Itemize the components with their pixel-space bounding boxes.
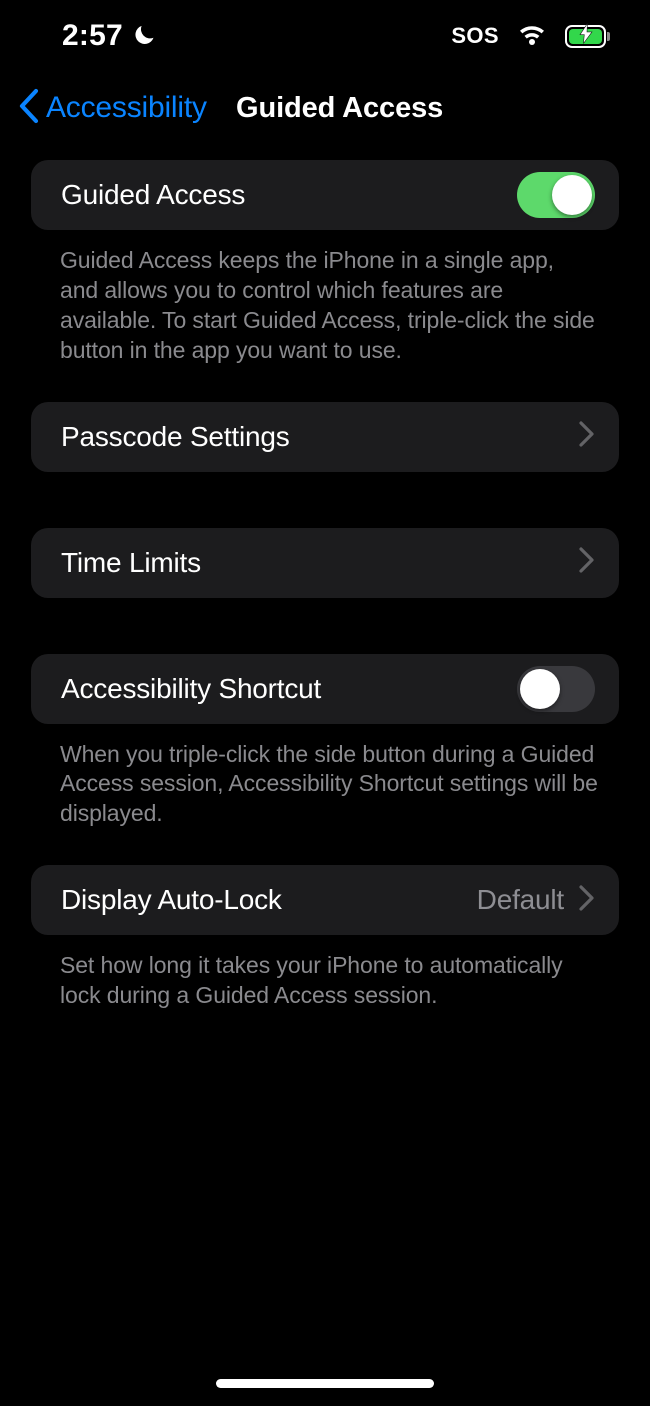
page-title: Guided Access	[236, 91, 444, 124]
chevron-right-icon	[578, 546, 595, 579]
chevron-right-icon	[578, 884, 595, 917]
status-bar-left: 2:57	[62, 19, 158, 53]
row-display-auto-lock[interactable]: Display Auto-Lock Default	[31, 865, 619, 936]
row-accessibility-shortcut[interactable]: Accessibility Shortcut	[31, 653, 619, 724]
guided-access-toggle[interactable]	[517, 172, 595, 218]
row-guided-access[interactable]: Guided Access	[31, 160, 619, 230]
row-time-limits-label: Time Limits	[61, 546, 201, 578]
row-guided-access-label: Guided Access	[61, 179, 246, 210]
navigation-bar: Accessibility Guided Access	[0, 80, 650, 136]
row-accessibility-shortcut-label: Accessibility Shortcut	[61, 672, 322, 704]
status-bar: 2:57 SOS	[0, 0, 650, 72]
iphone-screen: 2:57 SOS Accessibility Guided Access Gui…	[0, 0, 650, 1406]
toggle-knob	[520, 668, 560, 709]
home-indicator[interactable]	[216, 1379, 434, 1388]
crescent-moon-icon	[132, 21, 158, 52]
back-button-label: Accessibility	[46, 91, 207, 124]
row-display-auto-lock-label: Display Auto-Lock	[61, 884, 282, 916]
toggle-knob	[552, 175, 592, 215]
row-passcode-settings-label: Passcode Settings	[61, 420, 290, 452]
chevron-right-icon	[578, 420, 595, 453]
guided-access-footnote: Guided Access keeps the iPhone in a sing…	[60, 247, 595, 363]
settings-list: Guided Access Guided Access keeps the iP…	[0, 160, 650, 1011]
display-auto-lock-value: Default	[476, 884, 565, 916]
row-time-limits[interactable]: Time Limits	[31, 527, 619, 598]
accessibility-shortcut-footnote: When you triple-click the side button du…	[60, 740, 598, 827]
display-auto-lock-footnote: Set how long it takes your iPhone to aut…	[60, 952, 563, 1009]
back-button[interactable]: Accessibility	[18, 80, 207, 136]
chevron-left-icon	[18, 88, 40, 129]
wifi-icon	[516, 22, 548, 51]
status-bar-right: SOS	[451, 22, 610, 51]
sos-indicator: SOS	[451, 23, 499, 48]
row-passcode-settings[interactable]: Passcode Settings	[31, 401, 619, 472]
battery-charging-icon	[565, 22, 610, 48]
accessibility-shortcut-toggle[interactable]	[517, 665, 595, 712]
status-bar-clock: 2:57	[62, 19, 123, 52]
